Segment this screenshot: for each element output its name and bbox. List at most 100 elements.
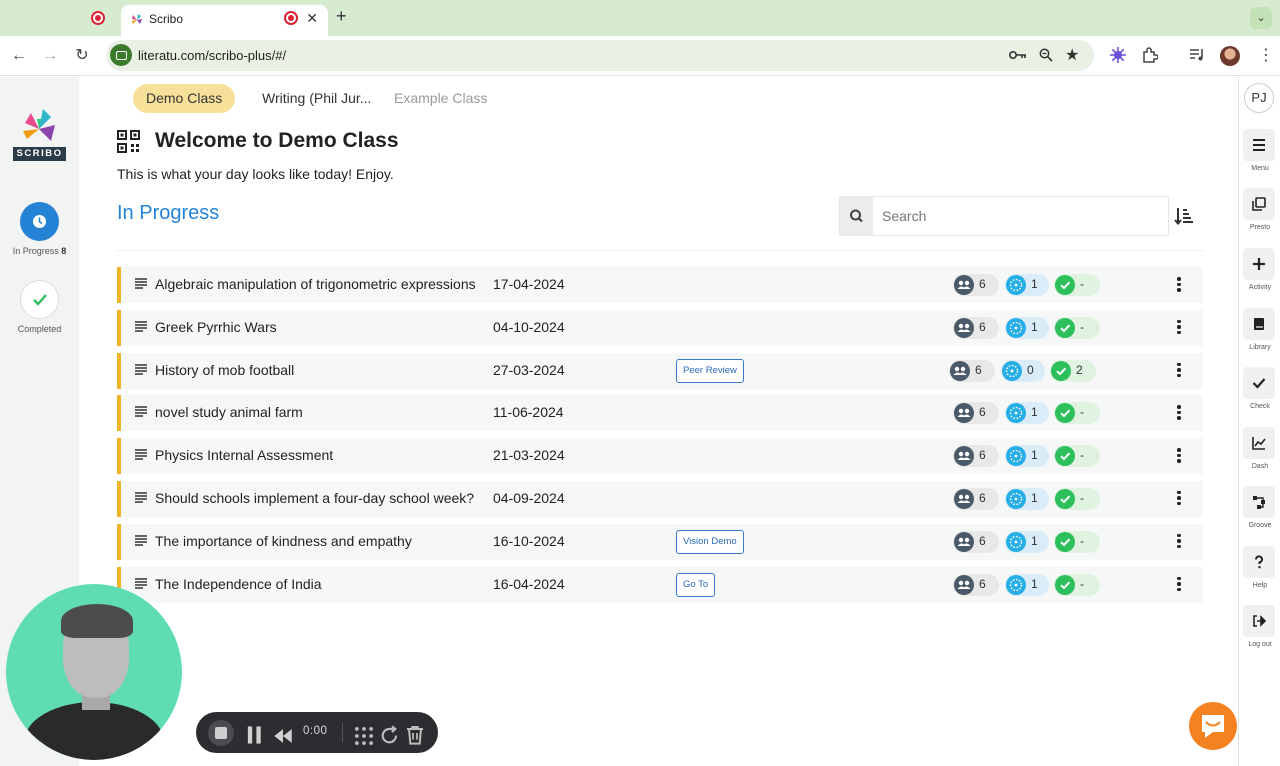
submitted-count-badge[interactable]: - xyxy=(1054,445,1100,468)
right-nav-library-button[interactable] xyxy=(1243,308,1275,340)
activity-title[interactable]: Physics Internal Assessment xyxy=(155,447,333,463)
search-button[interactable] xyxy=(840,197,873,235)
submitted-count-badge[interactable]: 2 xyxy=(1050,359,1096,382)
row-more-options-icon[interactable] xyxy=(1176,405,1182,421)
row-more-options-icon[interactable] xyxy=(1176,533,1182,550)
right-nav-help-button[interactable] xyxy=(1243,546,1275,578)
students-count-badge[interactable]: 6 xyxy=(953,316,999,339)
media-control-icon[interactable] xyxy=(1189,48,1205,62)
bookmark-star-icon[interactable]: ★ xyxy=(1065,45,1079,65)
webcam-bubble[interactable] xyxy=(6,584,182,760)
url-text[interactable]: literatu.com/scribo-plus/#/ xyxy=(138,48,286,63)
right-nav-menu-button[interactable] xyxy=(1243,129,1275,161)
right-nav-dash-button[interactable] xyxy=(1243,427,1275,459)
submitted-count-badge[interactable]: - xyxy=(1054,274,1100,296)
tab-writing-class[interactable]: Writing (Phil Jur... xyxy=(262,84,371,113)
students-count-badge[interactable]: 6 xyxy=(953,530,999,553)
students-count-badge[interactable]: 6 xyxy=(953,573,999,596)
pause-icon[interactable] xyxy=(245,725,265,745)
forward-arrow-icon[interactable]: → xyxy=(38,44,62,68)
stop-recording-button[interactable] xyxy=(208,720,234,746)
students-count-badge[interactable]: 6 xyxy=(953,402,999,425)
activity-row[interactable]: Physics Internal Assessment 21-03-2024 6 1 - xyxy=(117,438,1203,475)
browser-tab-scribo[interactable]: Scribo ✕ xyxy=(121,5,328,36)
activity-title[interactable]: Greek Pyrrhic Wars xyxy=(155,319,277,335)
activity-row[interactable]: Should schools implement a four-day scho… xyxy=(117,480,1203,517)
reload-icon[interactable]: ↻ xyxy=(70,44,94,68)
students-count-badge[interactable]: 6 xyxy=(953,274,999,296)
row-more-options-icon[interactable] xyxy=(1176,319,1182,336)
sort-icon[interactable] xyxy=(1174,207,1194,225)
in-progress-count-badge[interactable]: 1 xyxy=(1005,402,1049,425)
students-count-badge[interactable]: 6 xyxy=(953,487,999,510)
address-bar[interactable]: literatu.com/scribo-plus/#/ ★ xyxy=(106,40,1094,71)
browser-menu-icon[interactable]: ⋮ xyxy=(1258,45,1274,65)
search-input[interactable] xyxy=(874,197,1168,235)
activity-row[interactable]: The Independence of India 16-04-2024 Go To… xyxy=(117,566,1203,603)
submitted-count-badge[interactable]: - xyxy=(1054,530,1100,553)
tab-search-chevron-icon[interactable]: ⌄ xyxy=(1250,7,1272,29)
activity-title[interactable]: novel study animal farm xyxy=(155,404,303,420)
zoom-icon[interactable] xyxy=(1039,48,1053,62)
activity-title[interactable]: The importance of kindness and empathy xyxy=(155,533,412,549)
activity-title[interactable]: Algebraic manipulation of trigonometric … xyxy=(155,276,476,292)
activity-row[interactable]: History of mob football 27-03-2024 Peer Re… xyxy=(117,352,1203,389)
right-nav-log-out-button[interactable] xyxy=(1243,605,1275,637)
submitted-count-badge[interactable]: - xyxy=(1054,402,1100,425)
activity-row[interactable]: Algebraic manipulation of trigonometric … xyxy=(117,267,1203,303)
nav-in-progress-button[interactable] xyxy=(20,202,59,241)
activity-title[interactable]: Should schools implement a four-day scho… xyxy=(155,490,474,506)
trash-icon[interactable] xyxy=(405,725,425,745)
extensions-puzzle-icon[interactable] xyxy=(1142,47,1158,63)
activity-tag-button[interactable]: Go To xyxy=(676,572,716,597)
submitted-count-badge[interactable]: - xyxy=(1054,316,1100,339)
password-key-icon[interactable] xyxy=(1009,49,1027,61)
nav-completed-button[interactable] xyxy=(20,280,59,319)
students-group-icon xyxy=(954,446,974,467)
in-progress-count-badge[interactable]: 1 xyxy=(1005,316,1049,339)
right-nav-groove-button[interactable] xyxy=(1243,486,1275,518)
restart-icon[interactable] xyxy=(380,725,400,745)
close-tab-icon[interactable]: ✕ xyxy=(306,10,318,27)
activity-title[interactable]: History of mob football xyxy=(155,362,294,378)
right-nav-presto-button[interactable] xyxy=(1243,188,1275,220)
row-more-options-icon[interactable] xyxy=(1176,362,1182,379)
activity-title[interactable]: The Independence of India xyxy=(155,576,322,592)
submitted-count-badge[interactable]: - xyxy=(1054,573,1100,596)
tab-demo-class[interactable]: Demo Class xyxy=(133,84,236,113)
activity-row[interactable]: Greek Pyrrhic Wars 04-10-2024 6 1 - xyxy=(117,309,1203,346)
row-more-options-icon[interactable] xyxy=(1176,448,1182,464)
grid-dots-icon[interactable] xyxy=(354,726,374,746)
row-more-options-icon[interactable] xyxy=(1176,277,1182,293)
row-more-options-icon[interactable] xyxy=(1176,576,1182,593)
new-tab-button[interactable]: + xyxy=(336,6,347,27)
extension-burst-icon[interactable] xyxy=(1110,47,1126,63)
back-arrow-icon[interactable]: ← xyxy=(7,44,31,68)
row-more-options-icon[interactable] xyxy=(1176,490,1182,507)
tab-example-class[interactable]: Example Class xyxy=(394,84,487,113)
in-progress-count-badge[interactable]: 1 xyxy=(1005,530,1049,553)
students-count-badge[interactable]: 6 xyxy=(953,445,999,468)
chat-button[interactable] xyxy=(1189,702,1237,750)
activity-tag-button[interactable]: Vision Demo xyxy=(676,529,744,554)
submitted-count-badge[interactable]: - xyxy=(1054,487,1100,510)
in-progress-count-badge[interactable]: 1 xyxy=(1005,274,1049,296)
user-avatar[interactable]: PJ xyxy=(1244,83,1274,113)
qr-code-icon[interactable] xyxy=(117,130,140,153)
browser-profile-avatar[interactable] xyxy=(1220,46,1240,66)
right-nav-activity-button[interactable] xyxy=(1243,248,1275,280)
students-count-badge[interactable]: 6 xyxy=(949,359,995,382)
submitted-value: - xyxy=(1080,319,1084,334)
activity-row[interactable]: novel study animal farm 11-06-2024 6 1 - xyxy=(117,395,1203,432)
scribo-logo[interactable]: SCRIBO xyxy=(13,107,66,163)
in-progress-count-badge[interactable]: 1 xyxy=(1005,487,1049,510)
in-progress-count-badge[interactable]: 0 xyxy=(1001,359,1045,382)
activity-row[interactable]: The importance of kindness and empathy 16… xyxy=(117,523,1203,560)
recording-tab-icon[interactable] xyxy=(91,11,105,25)
in-progress-count-badge[interactable]: 1 xyxy=(1005,573,1049,596)
in-progress-count-badge[interactable]: 1 xyxy=(1005,445,1049,468)
activity-tag-button[interactable]: Peer Review xyxy=(676,358,744,383)
right-nav-check-button[interactable] xyxy=(1243,367,1275,399)
rewind-icon[interactable] xyxy=(273,726,293,746)
site-info-icon[interactable] xyxy=(110,44,132,66)
